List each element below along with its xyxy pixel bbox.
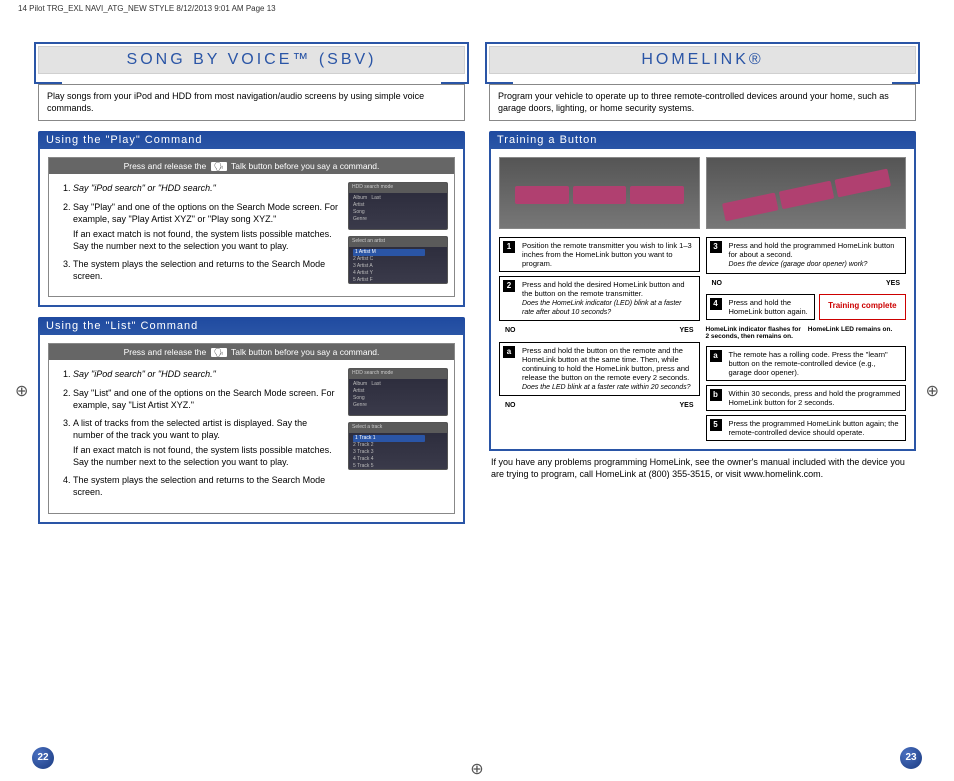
screen-mockup: Select a track 1 Track 12 Track 23 Track… (348, 422, 448, 470)
page-number: 22 (32, 747, 54, 769)
homelink-photo (499, 157, 700, 229)
bar-post: Talk button before you say a command. (231, 161, 379, 171)
flow-step-b: bWithin 30 seconds, press and hold the p… (706, 385, 907, 411)
intro-text: Program your vehicle to operate up to th… (489, 84, 916, 121)
flow-note: HomeLink indicator flashes for 2 seconds… (706, 326, 804, 340)
bar-post: Talk button before you say a command. (231, 347, 379, 357)
page-right: HOMELINK® Program your vehicle to operat… (489, 38, 916, 761)
screen-mockup: HDD search mode Album LastArtistSongGenr… (348, 182, 448, 230)
registration-mark-icon: ⊕ (15, 381, 28, 401)
page-number: 23 (900, 747, 922, 769)
step-note: If an exact match is not found, the syst… (73, 228, 340, 252)
command-bar: Press and release the 🗣 Talk button befo… (49, 158, 454, 174)
subheader-list: Using the "List" Command (38, 317, 465, 335)
screen-mockup: Select an artist 1 Artist M2 Artist C3 A… (348, 236, 448, 284)
play-command-panel: Press and release the 🗣 Talk button befo… (38, 149, 465, 307)
screen-title: Select a track (349, 423, 447, 433)
no-label: NO (505, 327, 516, 335)
page-spread: SONG BY VOICE™ (SBV) Play songs from you… (38, 38, 916, 761)
flow-step-1: 1Position the remote transmitter you wis… (499, 237, 700, 272)
play-steps: Say "iPod search" or "HDD search." Say "… (55, 182, 340, 282)
section-title-wrap: HOMELINK® (489, 46, 916, 74)
no-label: NO (505, 402, 516, 410)
step-text: Say "iPod search" or "HDD search." (73, 369, 216, 379)
homelink-photo (706, 157, 907, 229)
yes-label: YES (679, 327, 693, 335)
section-title: HOMELINK® (489, 46, 916, 74)
footer-note: If you have any problems programming Hom… (489, 457, 916, 480)
bar-pre: Press and release the (124, 161, 207, 171)
list-command-panel: Press and release the 🗣 Talk button befo… (38, 335, 465, 523)
registration-mark-icon: ⊕ (926, 381, 939, 401)
talk-icon: 🗣 (211, 348, 227, 357)
section-title-wrap: SONG BY VOICE™ (SBV) (38, 46, 465, 74)
command-bar: Press and release the 🗣 Talk button befo… (49, 344, 454, 360)
bar-pre: Press and release the (124, 347, 207, 357)
subheader-training: Training a Button (489, 131, 916, 149)
flow-step-5: 5Press the programmed HomeLink button ag… (706, 415, 907, 441)
step-text: Say "List" and one of the options on the… (73, 387, 340, 411)
screen-title: HDD search mode (349, 183, 447, 193)
list-steps: Say "iPod search" or "HDD search." Say "… (55, 368, 340, 498)
screen-mockup: HDD search mode Album LastArtistSongGenr… (348, 368, 448, 416)
step-text: Say "Play" and one of the options on the… (73, 202, 338, 224)
talk-icon: 🗣 (211, 162, 227, 171)
step-note: If an exact match is not found, the syst… (73, 444, 340, 468)
flow-note: HomeLink LED remains on. (808, 326, 906, 340)
registration-mark-icon: ⊕ (470, 759, 483, 779)
flow-step-2: 2Press and hold the desired HomeLink but… (499, 276, 700, 321)
yes-label: YES (886, 280, 900, 288)
flow-step-a: aPress and hold the button on the remote… (499, 342, 700, 396)
step-text: A list of tracks from the selected artis… (73, 418, 307, 440)
print-header: 14 Pilot TRG_EXL NAVI_ATG_NEW STYLE 8/12… (18, 4, 276, 13)
step-text: Say "iPod search" or "HDD search." (73, 183, 216, 193)
page-left: SONG BY VOICE™ (SBV) Play songs from you… (38, 38, 465, 761)
subheader-play: Using the "Play" Command (38, 131, 465, 149)
screen-title: HDD search mode (349, 369, 447, 379)
flow-step-4: 4Press and hold the HomeLink button agai… (706, 294, 815, 320)
intro-text: Play songs from your iPod and HDD from m… (38, 84, 465, 121)
yes-label: YES (679, 402, 693, 410)
training-panel: 1Position the remote transmitter you wis… (489, 149, 916, 451)
step-text: The system plays the selection and retur… (73, 474, 340, 498)
screen-title: Select an artist (349, 237, 447, 247)
step-text: The system plays the selection and retur… (73, 258, 340, 282)
flow-step-3: 3Press and hold the programmed HomeLink … (706, 237, 907, 273)
flowchart: 1Position the remote transmitter you wis… (499, 237, 906, 441)
flow-step-a-right: aThe remote has a rolling code. Press th… (706, 346, 907, 381)
section-title: SONG BY VOICE™ (SBV) (38, 46, 465, 74)
no-label: NO (712, 280, 723, 288)
training-complete: Training complete (819, 294, 906, 320)
